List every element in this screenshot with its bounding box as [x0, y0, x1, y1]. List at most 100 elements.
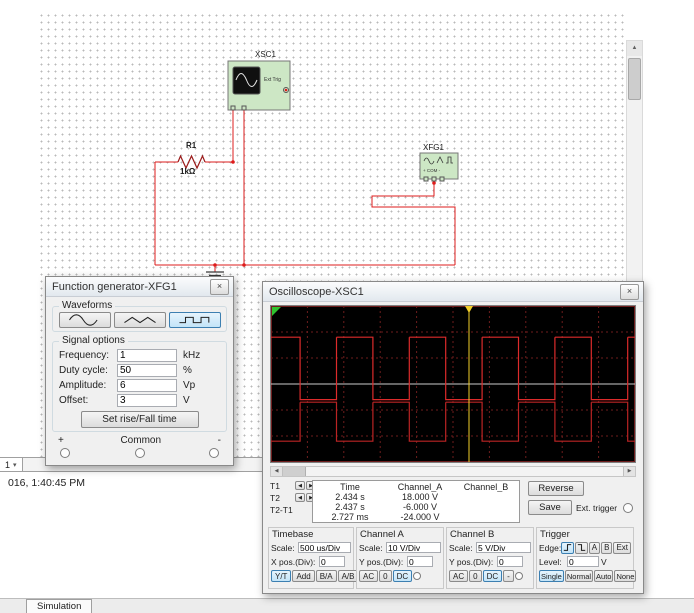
canvas-scroll-thumb[interactable]	[628, 58, 641, 100]
scroll-right-icon[interactable]: ▶	[623, 467, 635, 476]
channel-b-ac-button[interactable]: AC	[449, 570, 469, 582]
scope-scrollbar[interactable]: ◀ ▶	[270, 466, 636, 477]
reverse-button[interactable]: Reverse	[528, 481, 584, 496]
channel-b-radio[interactable]	[514, 572, 523, 580]
timebase-scale-input[interactable]	[298, 542, 351, 553]
trigger-level-input[interactable]	[567, 556, 599, 567]
channel-b-ypos-label: Y pos.(Div):	[449, 556, 494, 567]
falling-edge-icon	[577, 544, 585, 551]
rising-edge-button[interactable]	[561, 541, 574, 554]
plus-terminal[interactable]	[60, 448, 70, 458]
scroll-left-icon[interactable]: ◀	[271, 467, 283, 476]
oscilloscope-dialog: Oscilloscope-XSC1 × ◀ ▶ T1 ◀ ▶ T2 ◀ ▶ T2…	[227, 281, 694, 594]
wire-junction	[432, 181, 436, 185]
funcgen-pin-plus[interactable]	[423, 176, 429, 182]
oscilloscope-screen[interactable]	[227, 305, 694, 463]
trigger-a-button[interactable]: A	[588, 541, 601, 554]
none-button[interactable]: None	[614, 570, 637, 582]
auto-button[interactable]: Auto	[594, 570, 614, 582]
oscilloscope-pin-b[interactable]	[241, 105, 247, 111]
funcgen-pin-minus[interactable]	[439, 176, 445, 182]
channel-a-zero-button[interactable]: 0	[379, 570, 392, 582]
channel-b-scale-input[interactable]	[476, 542, 531, 553]
fg-terminal-dots	[46, 446, 233, 458]
ext-trigger-radio[interactable]	[623, 503, 633, 513]
wire-net[interactable]	[154, 110, 456, 272]
triangle-wave-button[interactable]	[113, 312, 166, 328]
add-button[interactable]: Add	[292, 570, 315, 582]
common-terminal[interactable]	[134, 448, 145, 458]
offset-label: Offset:	[59, 394, 89, 406]
resistor-label: R1	[186, 141, 197, 150]
readout-cell: -6.000 V	[402, 502, 438, 512]
save-button[interactable]: Save	[528, 500, 572, 515]
trigger-b-button[interactable]: B	[601, 541, 613, 554]
offset-row: Offset: V	[59, 393, 220, 407]
resistor-value-label: 1kΩ	[180, 167, 196, 176]
dropdown-icon[interactable]: ▾	[13, 461, 17, 469]
scope-scroll-track[interactable]	[306, 467, 623, 476]
channel-b-zero-button[interactable]: 0	[469, 570, 482, 582]
t1-label: T1	[270, 480, 280, 491]
osc-titlebar[interactable]: Oscilloscope-XSC1 ×	[263, 282, 643, 302]
square-wave-button[interactable]	[168, 312, 221, 328]
sheet-tab-1[interactable]: 1 ▾	[0, 458, 23, 471]
wire-junction	[231, 160, 235, 164]
trigger-ext-button[interactable]: Ext	[613, 541, 631, 554]
offset-input[interactable]	[117, 393, 177, 407]
single-button[interactable]: Single	[539, 570, 564, 582]
minus-terminal[interactable]	[209, 448, 219, 458]
oscilloscope-component[interactable]: XSC1 Ext Trig	[227, 50, 291, 111]
sine-wave-button[interactable]	[58, 312, 111, 328]
readout-cell: 18.000 V	[401, 492, 439, 502]
t1-left-button[interactable]: ◀	[295, 481, 305, 490]
channel-b-ypos-input[interactable]	[497, 556, 523, 567]
normal-button[interactable]: Normal	[564, 570, 594, 582]
channel-b-minus-button[interactable]: -	[503, 570, 514, 582]
duty-cycle-row: Duty cycle: %	[59, 363, 220, 377]
close-icon[interactable]: ×	[210, 278, 229, 295]
channel-b-scale-label: Scale:	[449, 542, 473, 553]
yt-button[interactable]: Y/T	[271, 570, 292, 582]
readout-header: Channel_B	[463, 482, 509, 492]
channel-a-scale-input[interactable]	[386, 542, 441, 553]
channel-a-ac-button[interactable]: AC	[359, 570, 379, 582]
trigger-level-label: Level:	[539, 556, 562, 567]
scope-scroll-thumb[interactable]	[283, 467, 306, 476]
falling-edge-button[interactable]	[574, 541, 588, 554]
signal-options-label: Signal options	[59, 335, 128, 346]
ba-button[interactable]: B/A	[315, 570, 337, 582]
channel-a-dc-button[interactable]: DC	[392, 570, 413, 582]
sheet-tab-label: 1	[5, 459, 11, 470]
t2-left-button[interactable]: ◀	[295, 493, 305, 502]
funcgen-pin-com[interactable]	[431, 176, 437, 182]
resistor-component[interactable]: R1 1kΩ	[177, 141, 206, 176]
close-icon[interactable]: ×	[620, 283, 639, 300]
oscilloscope-pin-a[interactable]	[230, 105, 236, 111]
set-rise-fall-button[interactable]: Set rise/Fall time	[80, 411, 199, 428]
fg-titlebar[interactable]: Function generator-XFG1 ×	[46, 277, 233, 297]
square-icon	[178, 316, 209, 324]
amplitude-label: Amplitude:	[59, 379, 107, 391]
timebase-xpos-input[interactable]	[319, 556, 345, 567]
tab-simulation[interactable]: Simulation	[26, 599, 93, 613]
readout-cell: 2.434 s	[335, 492, 365, 502]
function-generator-component[interactable]: XFG1 + COM -	[419, 143, 459, 182]
amplitude-input[interactable]	[117, 378, 177, 392]
timebase-panel: Timebase Scale: X pos.(Div): Y/T Add B/A…	[268, 527, 359, 589]
channel-b-dc-button[interactable]: DC	[482, 570, 503, 582]
duty-cycle-label: Duty cycle:	[59, 364, 108, 376]
timebase-scale-label: Scale:	[271, 542, 295, 553]
rising-edge-icon	[563, 544, 572, 551]
ext-trig-label: Ext Trig	[264, 77, 281, 83]
readout-cell	[455, 502, 517, 512]
funcgen-body[interactable]	[419, 152, 459, 180]
frequency-input[interactable]	[117, 348, 177, 362]
duty-cycle-input[interactable]	[117, 363, 177, 377]
channel-a-radio[interactable]	[413, 572, 422, 580]
readout-cell: -24.000 V	[400, 512, 440, 522]
scroll-up-icon[interactable]: ▲	[627, 41, 642, 56]
readout-cell: 2.727 ms	[331, 512, 369, 522]
channel-a-ypos-input[interactable]	[407, 556, 433, 567]
trigger-panel: Trigger Edge: A B Ext Level: V	[536, 527, 637, 589]
